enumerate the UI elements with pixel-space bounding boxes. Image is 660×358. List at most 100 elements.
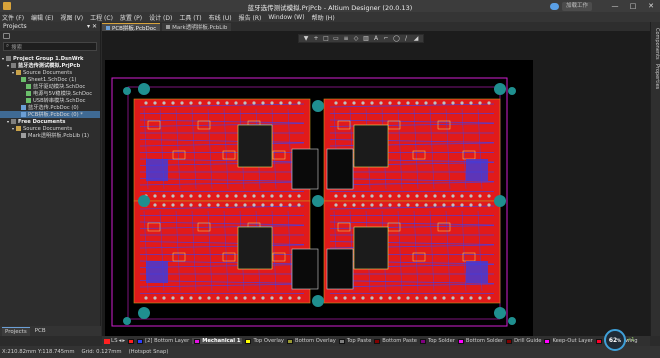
menu-project[interactable]: 工程 (C) — [90, 13, 113, 22]
mounting-hole — [494, 307, 506, 319]
pin-pad — [153, 296, 157, 300]
scroll-left-icon[interactable]: ◂ — [119, 338, 122, 344]
sch-icon — [26, 98, 31, 103]
pin-pad — [189, 296, 193, 300]
pin-pad — [243, 194, 247, 198]
doc-tab-pcb-panel[interactable]: PCB拼板.PcbDoc — [102, 23, 161, 32]
pin-pad — [379, 194, 383, 198]
scroll-right-icon[interactable]: ▸ — [122, 338, 125, 344]
active-bar-tool-icon[interactable]: + — [313, 35, 319, 42]
menu-view[interactable]: 视图 (V) — [60, 13, 83, 22]
layer-tab[interactable]: Mechanical 1 — [192, 338, 243, 344]
projects-search-input[interactable]: ⌕ 搜索 — [3, 42, 97, 51]
antenna-pad — [466, 261, 488, 283]
menu-file[interactable]: 文件 (F) — [2, 13, 24, 22]
upgrade-button[interactable]: 加载工作 — [562, 1, 593, 11]
menu-reports[interactable]: 报告 (R) — [239, 13, 262, 22]
layer-tab[interactable]: [2] Bottom Layer — [137, 338, 189, 344]
tree-item[interactable]: Mark透明拼板.PcbLib (1) — [0, 132, 100, 139]
tab-pcb[interactable]: PCB — [32, 327, 49, 336]
properties-panel-tab[interactable]: Properties — [652, 64, 660, 89]
pin-pad — [451, 203, 455, 207]
active-bar-tool-icon[interactable]: ⌐ — [383, 35, 389, 42]
pin-pad — [334, 203, 338, 207]
layer-set-selector[interactable]: LS ◂ ▸ — [104, 338, 125, 344]
components-panel-tab[interactable]: Components — [652, 28, 660, 60]
pin-pad — [379, 296, 383, 300]
pin-pad — [216, 296, 220, 300]
tree-item[interactable]: 蓝牙驱动模块.SchDoc — [0, 83, 100, 90]
doc-tab-mark-lib[interactable]: Mark透明拼板.PcbLib — [162, 23, 232, 31]
pin-pad — [406, 296, 410, 300]
tree-item[interactable]: PCB拼板.PcbDoc (0) * — [0, 111, 100, 118]
antenna-pad — [146, 159, 168, 181]
layer-tab[interactable]: Bottom Paste — [374, 338, 417, 344]
layer-tab[interactable]: Drill Guide — [506, 338, 541, 344]
ic-package — [353, 226, 389, 270]
layer-tab[interactable]: Bottom Overlay — [287, 338, 336, 344]
tree-item[interactable]: 蓝牙选传.PcbDoc (0) — [0, 104, 100, 111]
tree-item[interactable]: ▾ Free Documents — [0, 118, 100, 125]
active-bar-tool-icon[interactable]: ◇ — [353, 35, 359, 42]
tree-item[interactable]: ▾ Source Documents — [0, 125, 100, 132]
active-bar-tool-icon[interactable]: A — [373, 35, 379, 42]
tab-projects[interactable]: Projects — [2, 326, 30, 336]
pin-pad — [334, 194, 338, 198]
active-bar-tool-icon[interactable]: ◢ — [413, 35, 419, 42]
fiducial-mark — [123, 317, 131, 325]
tree-item[interactable]: 电源与5V稳模块.SchDoc — [0, 90, 100, 97]
tree-item[interactable]: ▾ Project Group 1.DsnWrk — [0, 55, 100, 62]
pin-pad — [234, 296, 238, 300]
panel-slot — [326, 248, 354, 290]
layer-tab[interactable]: Bottom Solder — [457, 338, 503, 344]
layer-tab[interactable]: Top Overlay — [245, 338, 284, 344]
pcb-canvas[interactable]: ▼ + □ ▭ ≡ ◇ ▥ A ⌐ ◯ / ◢ — [102, 31, 650, 336]
layer-color-swatch — [194, 338, 201, 344]
layer-tab[interactable] — [128, 338, 135, 344]
menu-place[interactable]: 放置 (P) — [120, 13, 142, 22]
panel-settings-icon[interactable] — [3, 33, 10, 39]
pin-pad — [406, 203, 410, 207]
gauge-unit: % — [617, 337, 622, 343]
active-bar-tool-icon[interactable]: / — [403, 35, 409, 42]
active-bar-tool-icon[interactable]: ▼ — [303, 35, 309, 42]
active-bar-tool-icon[interactable]: ≡ — [343, 35, 349, 42]
maximize-button[interactable]: □ — [624, 0, 642, 12]
menu-tools[interactable]: 工具 (T) — [179, 13, 201, 22]
pin-pad — [469, 203, 473, 207]
pcb-panel-drawing[interactable] — [102, 31, 650, 336]
tree-item[interactable]: USB转串模块.SchDoc — [0, 97, 100, 104]
panel-menu-icon[interactable]: ▾ ✕ — [87, 23, 97, 30]
pin-pad — [388, 203, 392, 207]
menu-route[interactable]: 布线 (U) — [209, 13, 232, 22]
pin-pad — [198, 296, 202, 300]
pin-pad — [171, 203, 175, 207]
pin-pad — [171, 101, 175, 105]
pin-pad — [352, 194, 356, 198]
projects-panel: Projects ▾ ✕ ⌕ 搜索 ▾ Project Group 1.DsnWr… — [0, 22, 101, 336]
ic-package — [353, 124, 389, 168]
menu-window[interactable]: Window (W) — [268, 14, 304, 21]
menu-edit[interactable]: 编辑 (E) — [31, 13, 53, 22]
snap-mode: (Hotspot Snap) — [128, 349, 169, 355]
minimize-button[interactable]: — — [606, 0, 624, 12]
active-bar-tool-icon[interactable]: ▭ — [333, 35, 339, 42]
active-bar-tool-icon[interactable]: ◯ — [393, 35, 400, 42]
layer-tab[interactable]: Keep-Out Layer — [544, 338, 593, 344]
pin-pad — [433, 203, 437, 207]
tree-item[interactable]: ▾ Source Documents — [0, 69, 100, 76]
layer-tab[interactable]: Top Paste — [338, 338, 371, 344]
active-bar-tool-icon[interactable]: ▥ — [363, 35, 369, 42]
active-bar-tool-icon[interactable]: □ — [323, 35, 329, 42]
tree-item-label: Free Documents — [18, 118, 66, 125]
pin-pad — [415, 296, 419, 300]
tree-item[interactable]: ▾ 蓝牙选传测试模拟.PrjPcb — [0, 62, 100, 69]
close-button[interactable]: ✕ — [642, 0, 660, 12]
menu-help[interactable]: 帮助 (H) — [312, 13, 335, 22]
tree-item[interactable]: Sheet1.SchDoc (1) — [0, 76, 100, 83]
pin-pad — [424, 101, 428, 105]
layer-tab[interactable]: Top Solder — [419, 338, 455, 344]
tree-item-label: Source Documents — [23, 125, 73, 132]
cloud-signin[interactable]: 加载工作 — [550, 1, 593, 11]
menu-design[interactable]: 设计 (D) — [149, 13, 172, 22]
